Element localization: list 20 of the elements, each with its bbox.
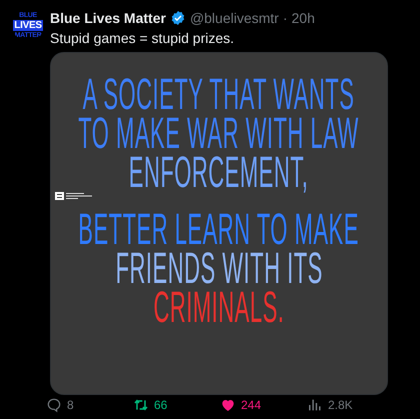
- author-handle[interactable]: @bluelivesmtr: [190, 10, 279, 26]
- image-caption-line: CRIMINALS.: [154, 286, 284, 325]
- author-name[interactable]: Blue Lives Matter: [50, 10, 166, 26]
- post-image[interactable]: A SOCIETY THAT WANTS TO MAKE WAR WITH LAW ENFORCEMENT, BETTER LEARN TO MAKE FRIENDS WITH ITS CRIMINALS.: [50, 52, 388, 395]
- repost-count: 66: [154, 398, 168, 412]
- like-count: 244: [241, 398, 262, 412]
- views-count: 2.8K: [328, 398, 353, 412]
- repost-icon[interactable]: [133, 397, 149, 413]
- logo-icon: [55, 191, 95, 201]
- image-caption-line: A SOCIETY THAT WANTS: [83, 73, 355, 112]
- image-caption-line: TO MAKE WAR WITH LAW: [78, 112, 360, 151]
- post-text: Stupid games = stupid prizes.: [50, 30, 236, 46]
- reply-count: 8: [67, 398, 74, 412]
- bar-chart-icon[interactable]: [307, 397, 323, 413]
- separator-dot: ·: [282, 10, 288, 26]
- speech-bubble-icon[interactable]: [46, 397, 62, 413]
- image-caption-line: BETTER LEARN TO MAKE: [78, 208, 360, 247]
- post-time[interactable]: 20h: [292, 10, 315, 26]
- image-caption-line: FRIENDS WITH ITS: [115, 247, 323, 286]
- heart-icon[interactable]: [220, 397, 236, 413]
